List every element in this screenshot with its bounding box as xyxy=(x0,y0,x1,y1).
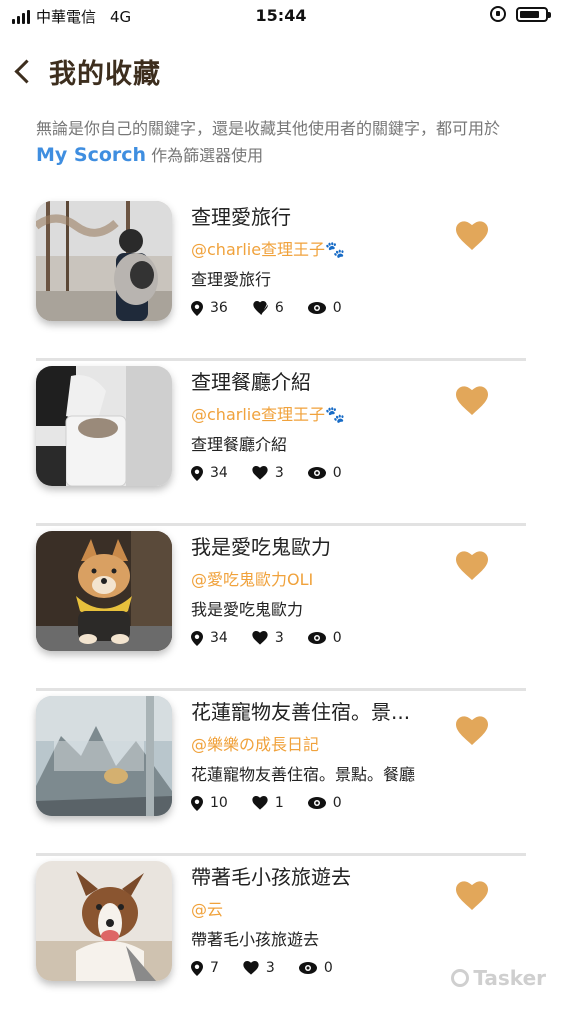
page-title: 我的收藏 xyxy=(49,59,161,90)
location-count: 7 xyxy=(210,960,219,976)
item-stats: 34 3 0 xyxy=(191,465,461,481)
favorite-heart-icon[interactable] xyxy=(456,715,488,747)
heart-icon xyxy=(253,301,268,315)
eye-icon xyxy=(307,797,326,809)
location-pin-icon xyxy=(191,630,203,646)
like-count: 6 xyxy=(274,300,284,316)
status-bar: 中華電信 4G 15:44 xyxy=(0,0,562,34)
item-subtitle: 查理愛旅行 xyxy=(191,270,272,289)
back-arrow-icon[interactable] xyxy=(14,59,39,84)
thumbnail-image xyxy=(36,696,172,816)
thumbnail-image xyxy=(36,531,172,651)
item-stats: 7 3 0 xyxy=(191,960,461,976)
list-item[interactable]: 查理餐廳介紹 @charlie查理王子🐾 查理餐廳介紹 34 3 0 xyxy=(36,361,526,526)
like-count: 1 xyxy=(274,795,284,811)
watermark: Tasker xyxy=(451,966,546,990)
thumbnail-image xyxy=(36,366,172,486)
item-subtitle: 我是愛吃鬼歐力 xyxy=(191,600,304,619)
location-pin-icon xyxy=(191,795,203,811)
like-count: 3 xyxy=(274,630,284,646)
brand-name: My Scorch xyxy=(36,144,147,166)
item-author[interactable]: @charlie查理王子🐾 xyxy=(191,403,461,427)
view-count: 0 xyxy=(323,960,333,976)
thumbnail-image xyxy=(36,201,172,321)
eye-icon xyxy=(307,632,326,644)
eye-icon xyxy=(307,302,326,314)
list-item[interactable]: 我是愛吃鬼歐力 @愛吃鬼歐力OLI 我是愛吃鬼歐力 34 3 0 xyxy=(36,526,526,691)
item-stats: 36 6 0 xyxy=(191,300,461,316)
item-title: 帶著毛小孩旅遊去 xyxy=(191,865,351,889)
location-pin-icon xyxy=(191,465,203,481)
item-stats: 34 3 0 xyxy=(191,630,461,646)
description-text-2: 作為篩選器使用 xyxy=(151,146,264,165)
battery-icon xyxy=(516,6,551,22)
page-description: 無論是你自己的關鍵字，還是收藏其他使用者的關鍵字，都可用於 My Scorch … xyxy=(36,116,536,169)
heart-icon xyxy=(252,631,268,645)
view-count: 0 xyxy=(332,465,342,481)
view-count: 0 xyxy=(332,630,342,646)
favorites-list: 查理愛旅行 @charlie查理王子🐾 查理愛旅行 36 6 0 查理餐廳介紹 … xyxy=(36,196,526,1021)
location-pin-icon xyxy=(191,300,203,316)
list-item[interactable]: 帶著毛小孩旅遊去 @云 帶著毛小孩旅遊去 7 3 0 xyxy=(36,856,526,1021)
item-author[interactable]: @樂樂の成長日記 xyxy=(191,733,461,757)
header: 我的收藏 xyxy=(12,52,161,91)
favorite-heart-icon[interactable] xyxy=(456,880,488,912)
location-count: 34 xyxy=(210,630,228,646)
item-author[interactable]: @charlie查理王子🐾 xyxy=(191,238,461,262)
item-title: 查理餐廳介紹 xyxy=(191,370,311,394)
clock: 15:44 xyxy=(255,6,307,25)
item-title: 查理愛旅行 xyxy=(191,205,291,229)
eye-icon xyxy=(307,467,326,479)
location-count: 34 xyxy=(210,465,228,481)
location-count: 10 xyxy=(210,795,228,811)
view-count: 0 xyxy=(332,300,342,316)
list-item[interactable]: 花蓮寵物友善住宿。景... @樂樂の成長日記 花蓮寵物友善住宿。景點。餐廳 10… xyxy=(36,691,526,856)
like-count: 3 xyxy=(274,465,284,481)
item-author[interactable]: @愛吃鬼歐力OLI xyxy=(191,568,461,592)
location-pin-icon xyxy=(191,960,203,976)
rotation-lock-icon xyxy=(490,6,506,22)
list-item[interactable]: 查理愛旅行 @charlie查理王子🐾 查理愛旅行 36 6 0 xyxy=(36,196,526,361)
eye-icon xyxy=(298,962,317,974)
watermark-text: Tasker xyxy=(473,966,546,990)
location-count: 36 xyxy=(210,300,228,316)
item-subtitle: 帶著毛小孩旅遊去 xyxy=(191,930,320,949)
view-count: 0 xyxy=(332,795,342,811)
thumbnail-image xyxy=(36,861,172,981)
favorite-heart-icon[interactable] xyxy=(456,550,488,582)
item-title: 花蓮寵物友善住宿。景... xyxy=(191,700,411,724)
heart-icon xyxy=(243,961,259,975)
item-author[interactable]: @云 xyxy=(191,898,461,922)
description-text-1: 無論是你自己的關鍵字，還是收藏其他使用者的關鍵字，都可用於 xyxy=(36,119,501,138)
item-title: 我是愛吃鬼歐力 xyxy=(191,535,331,559)
like-count: 3 xyxy=(265,960,275,976)
watermark-logo-icon xyxy=(451,969,470,987)
item-subtitle: 花蓮寵物友善住宿。景點。餐廳 xyxy=(191,765,416,784)
item-subtitle: 查理餐廳介紹 xyxy=(191,435,288,454)
item-stats: 10 1 0 xyxy=(191,795,461,811)
heart-icon xyxy=(252,466,268,480)
favorite-heart-icon[interactable] xyxy=(456,385,488,417)
heart-icon xyxy=(252,796,268,810)
favorite-heart-icon[interactable] xyxy=(456,220,488,252)
